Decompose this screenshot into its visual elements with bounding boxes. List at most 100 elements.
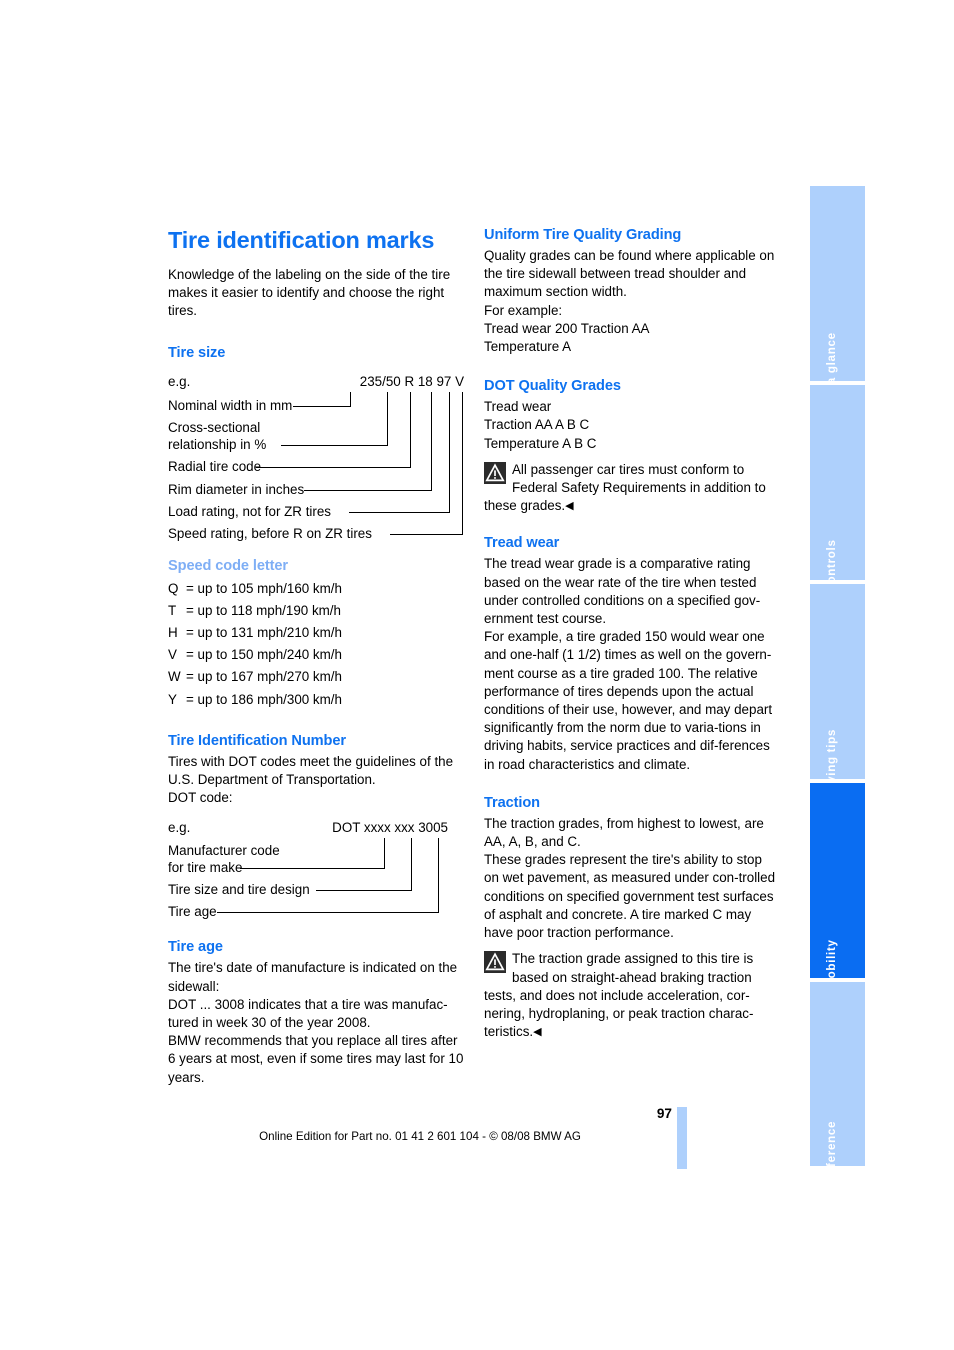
tread-wear-para-1: The tread wear grade is a comparative ra… bbox=[484, 556, 761, 627]
heading-tire-age: Tire age bbox=[168, 939, 223, 956]
tab-mobility[interactable]: Mobility bbox=[810, 783, 865, 989]
speed-code-value: = up to 186 mph/300 km/h bbox=[186, 691, 342, 707]
callout-tire-size-design: Tire size and tire design bbox=[168, 882, 310, 898]
leader-hline-nominal-width bbox=[293, 405, 351, 407]
callout-rim-diameter: Rim diameter in inches bbox=[168, 481, 305, 497]
leader-vline-radial-code bbox=[410, 391, 411, 467]
callout-nominal-width: Nominal width in mm bbox=[168, 397, 293, 413]
utqg-para-4: Temperature A bbox=[484, 339, 572, 355]
example-code: 235/50 R 18 97 V bbox=[359, 373, 464, 389]
leader-hline-radial-code bbox=[256, 466, 411, 468]
traction-para-1: The traction grades, from highest to low… bbox=[484, 815, 764, 850]
section-tabs: At a glance Controls Driving tips Mobili… bbox=[810, 186, 865, 1183]
right-column: Uniform Tire Quality Grading Quality gra… bbox=[484, 226, 780, 1041]
dot-code-label: DOT code: bbox=[168, 790, 233, 806]
speed-code-letter: H bbox=[168, 625, 178, 641]
leader-vline-manufacturer-code bbox=[384, 838, 385, 870]
speed-code-row: H = up to 131 mph/210 km/h bbox=[168, 622, 464, 644]
intro-paragraph: Knowledge of the labeling on the side of… bbox=[168, 267, 451, 319]
leader-vline-nominal-width bbox=[350, 391, 351, 407]
speed-code-letter: T bbox=[168, 602, 177, 618]
tread-wear-para-2: For example, a tire graded 150 would wea… bbox=[484, 629, 773, 772]
tire-age-para-2: DOT ... 3008 indicates that a tire was m… bbox=[168, 996, 448, 1031]
leader-vline-tire-age bbox=[438, 838, 439, 913]
speed-code-row: Q = up to 105 mph/160 km/h bbox=[168, 578, 464, 600]
heading-dot-quality-grades: DOT Quality Grades bbox=[484, 378, 621, 395]
speed-code-value: = up to 167 mph/270 km/h bbox=[186, 669, 342, 685]
leader-vline-speed-rating bbox=[462, 391, 463, 534]
speed-code-list: Q = up to 105 mph/160 km/h T = up to 118… bbox=[168, 578, 464, 711]
heading-tread-wear: Tread wear bbox=[484, 535, 560, 552]
speed-code-value: = up to 118 mph/190 km/h bbox=[186, 602, 341, 618]
manual-page: Tire identification marks Knowledge of t… bbox=[0, 0, 954, 1350]
tire-age-para-1: The tire's date of manufacture is indica… bbox=[168, 960, 458, 994]
tin-body: Tires with DOT codes meet the guidelines… bbox=[168, 753, 454, 788]
tire-size-diagram: e.g. 235/50 R 18 97 V Nominal width in m… bbox=[168, 372, 464, 541]
callout-cross-sectional-2: relationship in % bbox=[168, 436, 267, 452]
speed-code-value: = up to 105 mph/160 km/h bbox=[186, 580, 342, 596]
footer-edition-text: Online Edition for Part no. 01 41 2 601 … bbox=[259, 1130, 581, 1143]
speed-code-row: V = up to 150 mph/240 km/h bbox=[168, 644, 464, 666]
dot-grades-line-1: Tread wear bbox=[484, 399, 552, 415]
traction-warning-text: The traction grade assigned to this tire… bbox=[484, 951, 754, 1040]
end-of-note-marker: ◀ bbox=[533, 1026, 542, 1039]
heading-traction: Traction bbox=[484, 794, 540, 811]
speed-code-letter: Q bbox=[168, 580, 179, 596]
callout-speed-rating: Speed rating, before R on ZR tires bbox=[168, 525, 372, 541]
traction-para-2: These grades represent the tire's abilit… bbox=[484, 852, 776, 941]
utqg-para-3: Tread wear 200 Traction AA bbox=[484, 320, 650, 336]
left-column: Tire identification marks Knowledge of t… bbox=[168, 226, 464, 1087]
speed-code-row: T = up to 118 mph/190 km/h bbox=[168, 600, 464, 622]
heading-speed-code-letter: Speed code letter bbox=[168, 557, 288, 574]
speed-code-row: Y = up to 186 mph/300 km/h bbox=[168, 689, 464, 711]
utqg-para-1: Quality grades can be found where applic… bbox=[484, 248, 775, 300]
page-number: 97 bbox=[656, 1106, 672, 1121]
tab-driving-tips[interactable]: Driving tips bbox=[810, 584, 865, 801]
tire-size-example-row: e.g. 235/50 R 18 97 V bbox=[168, 372, 464, 391]
callout-cross-sectional-1: Cross-sectional bbox=[168, 419, 261, 435]
callout-radial-tire-code: Radial tire code bbox=[168, 458, 262, 474]
footer-accent-bar bbox=[677, 1107, 687, 1169]
leader-vline-load-rating bbox=[449, 391, 450, 512]
tab-controls[interactable]: Controls bbox=[810, 385, 865, 593]
end-of-note-marker: ◀ bbox=[565, 500, 574, 513]
leader-hline-load-rating bbox=[349, 511, 450, 513]
example-label: e.g. bbox=[168, 820, 191, 836]
example-label: e.g. bbox=[168, 373, 191, 389]
speed-code-letter: V bbox=[168, 647, 177, 663]
callout-manufacturer-code-2: for tire make bbox=[168, 860, 243, 876]
speed-code-row: W = up to 167 mph/270 km/h bbox=[168, 666, 464, 688]
dot-grades-warning-text: All passenger car tires must conform to … bbox=[484, 461, 766, 514]
leader-hline-speed-rating bbox=[390, 533, 463, 535]
leader-vline-tire-size-design bbox=[411, 838, 412, 891]
callout-tire-age: Tire age bbox=[168, 904, 217, 920]
traction-warning-note: The traction grade assigned to this tire… bbox=[484, 950, 780, 1041]
speed-code-letter: Y bbox=[168, 691, 177, 707]
dot-code-diagram: e.g. DOT xxxx xxx 3005 Manufacturer code… bbox=[168, 818, 464, 920]
dot-grades-line-3: Temperature A B C bbox=[484, 435, 597, 451]
tab-at-a-glance[interactable]: At a glance bbox=[810, 186, 865, 402]
speed-code-value: = up to 150 mph/240 km/h bbox=[186, 647, 342, 663]
leader-hline-manufacturer-code bbox=[240, 868, 385, 870]
page-title: Tire identification marks bbox=[168, 227, 435, 253]
dot-grades-warning-note: All passenger car tires must conform to … bbox=[484, 461, 780, 516]
heading-tire-size: Tire size bbox=[168, 344, 226, 361]
dot-example-row: e.g. DOT xxxx xxx 3005 bbox=[168, 818, 464, 837]
leader-hline-tire-size-design bbox=[316, 890, 412, 892]
callout-load-rating: Load rating, not for ZR tires bbox=[168, 503, 331, 519]
example-code: DOT xxxx xxx 3005 bbox=[332, 820, 448, 836]
heading-tire-identification-number: Tire Identification Number bbox=[168, 732, 346, 749]
speed-code-value: = up to 131 mph/210 km/h bbox=[186, 625, 342, 641]
leader-vline-cross-sectional bbox=[387, 391, 388, 445]
tab-reference[interactable]: Reference bbox=[810, 982, 865, 1183]
heading-uniform-tire-quality-grading: Uniform Tire Quality Grading bbox=[484, 227, 682, 243]
warning-triangle-icon bbox=[484, 951, 506, 974]
tab-label: Reference bbox=[824, 1120, 838, 1184]
warning-triangle-icon bbox=[484, 461, 506, 484]
leader-hline-rim-diameter bbox=[304, 489, 432, 491]
callout-manufacturer-code-1: Manufacturer code bbox=[168, 843, 280, 859]
leader-vline-rim-diameter bbox=[431, 391, 432, 490]
leader-hline-tire-age bbox=[217, 912, 439, 914]
speed-code-letter: W bbox=[168, 669, 181, 685]
utqg-para-2: For example: bbox=[484, 302, 563, 318]
